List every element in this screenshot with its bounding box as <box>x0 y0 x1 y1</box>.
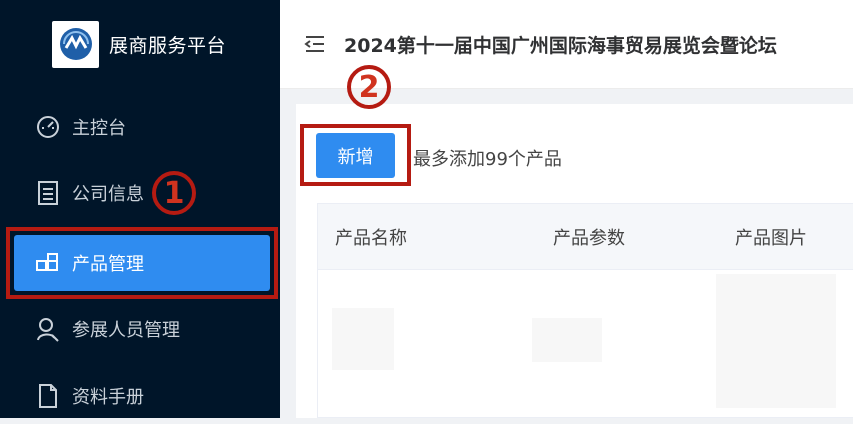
table-header: 产品名称 产品参数 产品图片 <box>318 204 853 270</box>
dashboard-gauge-icon <box>34 113 62 141</box>
document-icon <box>34 382 62 410</box>
sidebar-item-staff-management[interactable]: 参展人员管理 <box>14 301 270 357</box>
brand-name: 展商服务平台 <box>109 34 227 57</box>
product-limit-hint: 最多添加99个产品 <box>413 149 562 170</box>
menu-fold-icon[interactable] <box>304 35 326 53</box>
column-header-product-name[interactable]: 产品名称 <box>335 224 407 250</box>
page-title: 2024第十一届中国广州国际海事贸易展览会暨论坛 <box>344 34 777 57</box>
sidebar-item-product-management[interactable]: 产品管理 <box>6 227 278 299</box>
brand[interactable]: 展商服务平台 <box>52 20 226 68</box>
sidebar-item-label: 参展人员管理 <box>72 320 180 341</box>
sidebar: 展商服务平台 主控台 公司信息 产品管理 参展人员管理 资料手册 <box>0 0 280 418</box>
sidebar-item-label: 产品管理 <box>72 254 144 275</box>
column-header-product-image[interactable]: 产品图片 <box>735 224 807 250</box>
sidebar-item-documents[interactable]: 资料手册 <box>14 368 270 424</box>
product-blocks-icon <box>34 249 62 277</box>
add-product-button[interactable]: 新增 <box>316 133 395 178</box>
sidebar-item-dashboard[interactable]: 主控台 <box>14 99 270 155</box>
brand-logo-icon <box>52 20 99 68</box>
annotation-step-2: 2 <box>347 65 391 109</box>
table-row[interactable] <box>318 270 853 412</box>
sidebar-item-company-info[interactable]: 公司信息 <box>14 165 270 221</box>
sidebar-item-label: 资料手册 <box>72 387 144 408</box>
staff-icon <box>34 315 62 343</box>
product-table: 产品名称 产品参数 产品图片 <box>317 203 853 418</box>
row-image-placeholder <box>716 274 836 408</box>
company-info-icon <box>34 179 62 207</box>
sidebar-item-label: 公司信息 <box>72 184 144 205</box>
row-placeholder <box>332 308 394 370</box>
column-header-product-params[interactable]: 产品参数 <box>553 224 625 250</box>
row-placeholder <box>532 318 602 362</box>
sidebar-item-label: 主控台 <box>72 118 126 139</box>
annotation-step-1: 1 <box>152 171 196 215</box>
